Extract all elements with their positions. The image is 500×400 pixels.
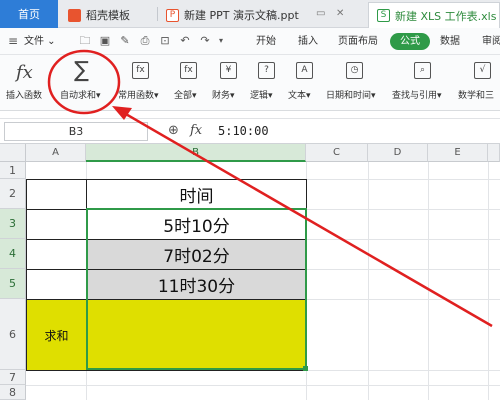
undo-icon[interactable]: ↶	[178, 34, 192, 48]
text-icon: A	[296, 62, 313, 79]
insert-function-button[interactable]: fx 插入函数	[6, 55, 50, 111]
column-header-c[interactable]: C	[306, 144, 368, 162]
common-functions-label: 常用函数▾	[118, 91, 159, 101]
common-func-icon: fx	[132, 62, 149, 79]
ppt-file-icon: P	[166, 8, 179, 22]
cell-b6[interactable]	[86, 299, 307, 371]
save-icon[interactable]: ▣	[98, 34, 112, 48]
hamburger-menu-icon[interactable]: ≡	[8, 28, 18, 55]
title-tab-bar: 首页 稻壳模板 P 新建 PPT 演示文稿.ppt ▭ ✕ S 新建 XLS 工…	[0, 0, 500, 28]
tab-ppt-label: 新建 PPT 演示文稿.ppt	[184, 9, 299, 22]
row-header-3[interactable]: 3	[0, 209, 26, 239]
lookup-reference-button[interactable]: ⌕ 查找与引用▾	[392, 55, 454, 111]
monitor-icon[interactable]: ▭	[316, 8, 325, 19]
all-func-icon: fx	[180, 62, 197, 79]
clock-icon: ◷	[346, 62, 363, 79]
math-trig-button[interactable]: √ 数学和三	[458, 55, 500, 111]
logic-icon: ?	[258, 62, 275, 79]
row-header-4[interactable]: 4	[0, 239, 26, 269]
menu-start[interactable]: 开始	[256, 28, 276, 55]
row-header-6[interactable]: 6	[0, 299, 26, 370]
docer-icon	[68, 8, 81, 22]
menu-file[interactable]: 文件 ⌄	[24, 28, 56, 55]
logic-label: 逻辑▾	[250, 91, 273, 101]
insert-function-label: 插入函数	[6, 91, 43, 101]
column-header-b[interactable]: B	[86, 144, 306, 162]
cell-a2[interactable]	[26, 179, 87, 210]
lookup-reference-label: 查找与引用▾	[392, 91, 442, 101]
cell-b2[interactable]: 时间	[86, 179, 307, 210]
text-functions-label: 文本▾	[288, 91, 311, 101]
logic-button[interactable]: ? 逻辑▾	[250, 55, 286, 111]
cell-a3[interactable]	[26, 209, 87, 240]
print-preview-icon[interactable]: ⊡	[158, 34, 172, 48]
gridline	[368, 162, 369, 400]
gridline	[428, 162, 429, 400]
formula-input[interactable]: 5:10:00	[218, 122, 269, 141]
date-time-button[interactable]: ◷ 日期和时间▾	[326, 55, 386, 111]
select-all-corner[interactable]	[0, 144, 26, 162]
row-header-8[interactable]: 8	[0, 385, 26, 400]
sigma-icon: ∑	[74, 58, 89, 83]
all-functions-label: 全部▾	[174, 91, 197, 101]
quick-access-dropdown-icon[interactable]: ▾	[214, 34, 228, 48]
cell-a5[interactable]	[26, 269, 87, 300]
fx-icon: fx	[16, 62, 33, 83]
format-painter-icon[interactable]: ✎	[118, 34, 132, 48]
fx-button[interactable]: fx	[190, 123, 202, 138]
tab-close-icon[interactable]: ✕	[336, 8, 344, 19]
formula-bar: B3 ⊕ fx 5:10:00	[0, 118, 500, 144]
lookup-icon: ⌕	[414, 62, 431, 79]
gridline	[488, 162, 489, 400]
menu-formula[interactable]: 公式	[390, 33, 430, 50]
redo-icon[interactable]: ↷	[198, 34, 212, 48]
zoom-icon[interactable]: ⊕	[168, 123, 179, 138]
autosum-button[interactable]: ∑ 自动求和▾	[58, 55, 112, 111]
fill-handle[interactable]	[303, 366, 308, 371]
open-folder-icon[interactable]: 🗀	[78, 34, 92, 48]
column-header-f[interactable]	[488, 144, 500, 162]
date-time-label: 日期和时间▾	[326, 91, 376, 101]
name-box[interactable]: B3	[4, 122, 148, 141]
tab-xls-document[interactable]: S 新建 XLS 工作表.xls	[368, 2, 500, 28]
menu-review[interactable]: 审阅	[482, 28, 500, 55]
finance-button[interactable]: ¥ 财务▾	[212, 55, 248, 111]
math-icon: √	[474, 62, 491, 79]
row-header-5[interactable]: 5	[0, 269, 26, 299]
row-header-1[interactable]: 1	[0, 162, 26, 179]
menu-bar: ≡ 文件 ⌄ 🗀 ▣ ✎ ⎙ ⊡ ↶ ↷ ▾ 开始 插入 页面布局 公式 数据 …	[0, 28, 500, 55]
all-functions-button[interactable]: fx 全部▾	[174, 55, 208, 111]
cell-b5[interactable]: 11时30分	[86, 269, 307, 300]
tab-docer-label: 稻壳模板	[86, 9, 130, 22]
common-functions-button[interactable]: fx 常用函数▾	[118, 55, 168, 111]
finance-icon: ¥	[220, 62, 237, 79]
row-header-7[interactable]: 7	[0, 370, 26, 385]
spreadsheet-grid: A B C D E 1 2 3 4 5 6 7 8 时间 5时10分 7时02分…	[0, 144, 500, 400]
menu-file-label: 文件	[24, 36, 44, 47]
tab-home[interactable]: 首页	[0, 0, 58, 28]
tab-docer-templates[interactable]: 稻壳模板	[60, 2, 156, 28]
autosum-label: 自动求和▾	[60, 91, 101, 101]
menu-insert[interactable]: 插入	[298, 28, 318, 55]
finance-label: 财务▾	[212, 91, 235, 101]
cell-a6[interactable]: 求和	[26, 299, 87, 371]
text-functions-button[interactable]: A 文本▾	[288, 55, 324, 111]
tab-xls-label: 新建 XLS 工作表.xls	[395, 9, 497, 23]
cell-b4[interactable]: 7时02分	[86, 239, 307, 270]
formula-ribbon: fx 插入函数 ∑ 自动求和▾ fx 常用函数▾ fx 全部▾ ¥ 财务▾ ? …	[0, 55, 500, 111]
menu-page-layout[interactable]: 页面布局	[338, 28, 378, 55]
row-header-2[interactable]: 2	[0, 179, 26, 209]
gridline	[26, 385, 500, 386]
cell-b3[interactable]: 5时10分	[86, 209, 307, 240]
print-icon[interactable]: ⎙	[138, 34, 152, 48]
tab-home-label: 首页	[18, 8, 40, 21]
xls-file-icon: S	[377, 9, 390, 22]
column-header-e[interactable]: E	[428, 144, 488, 162]
column-header-d[interactable]: D	[368, 144, 428, 162]
cell-a4[interactable]	[26, 239, 87, 270]
column-header-a[interactable]: A	[26, 144, 86, 162]
menu-data[interactable]: 数据	[440, 28, 460, 55]
math-trig-label: 数学和三	[458, 91, 495, 101]
tab-ppt-document[interactable]: P 新建 PPT 演示文稿.ppt	[158, 2, 363, 28]
